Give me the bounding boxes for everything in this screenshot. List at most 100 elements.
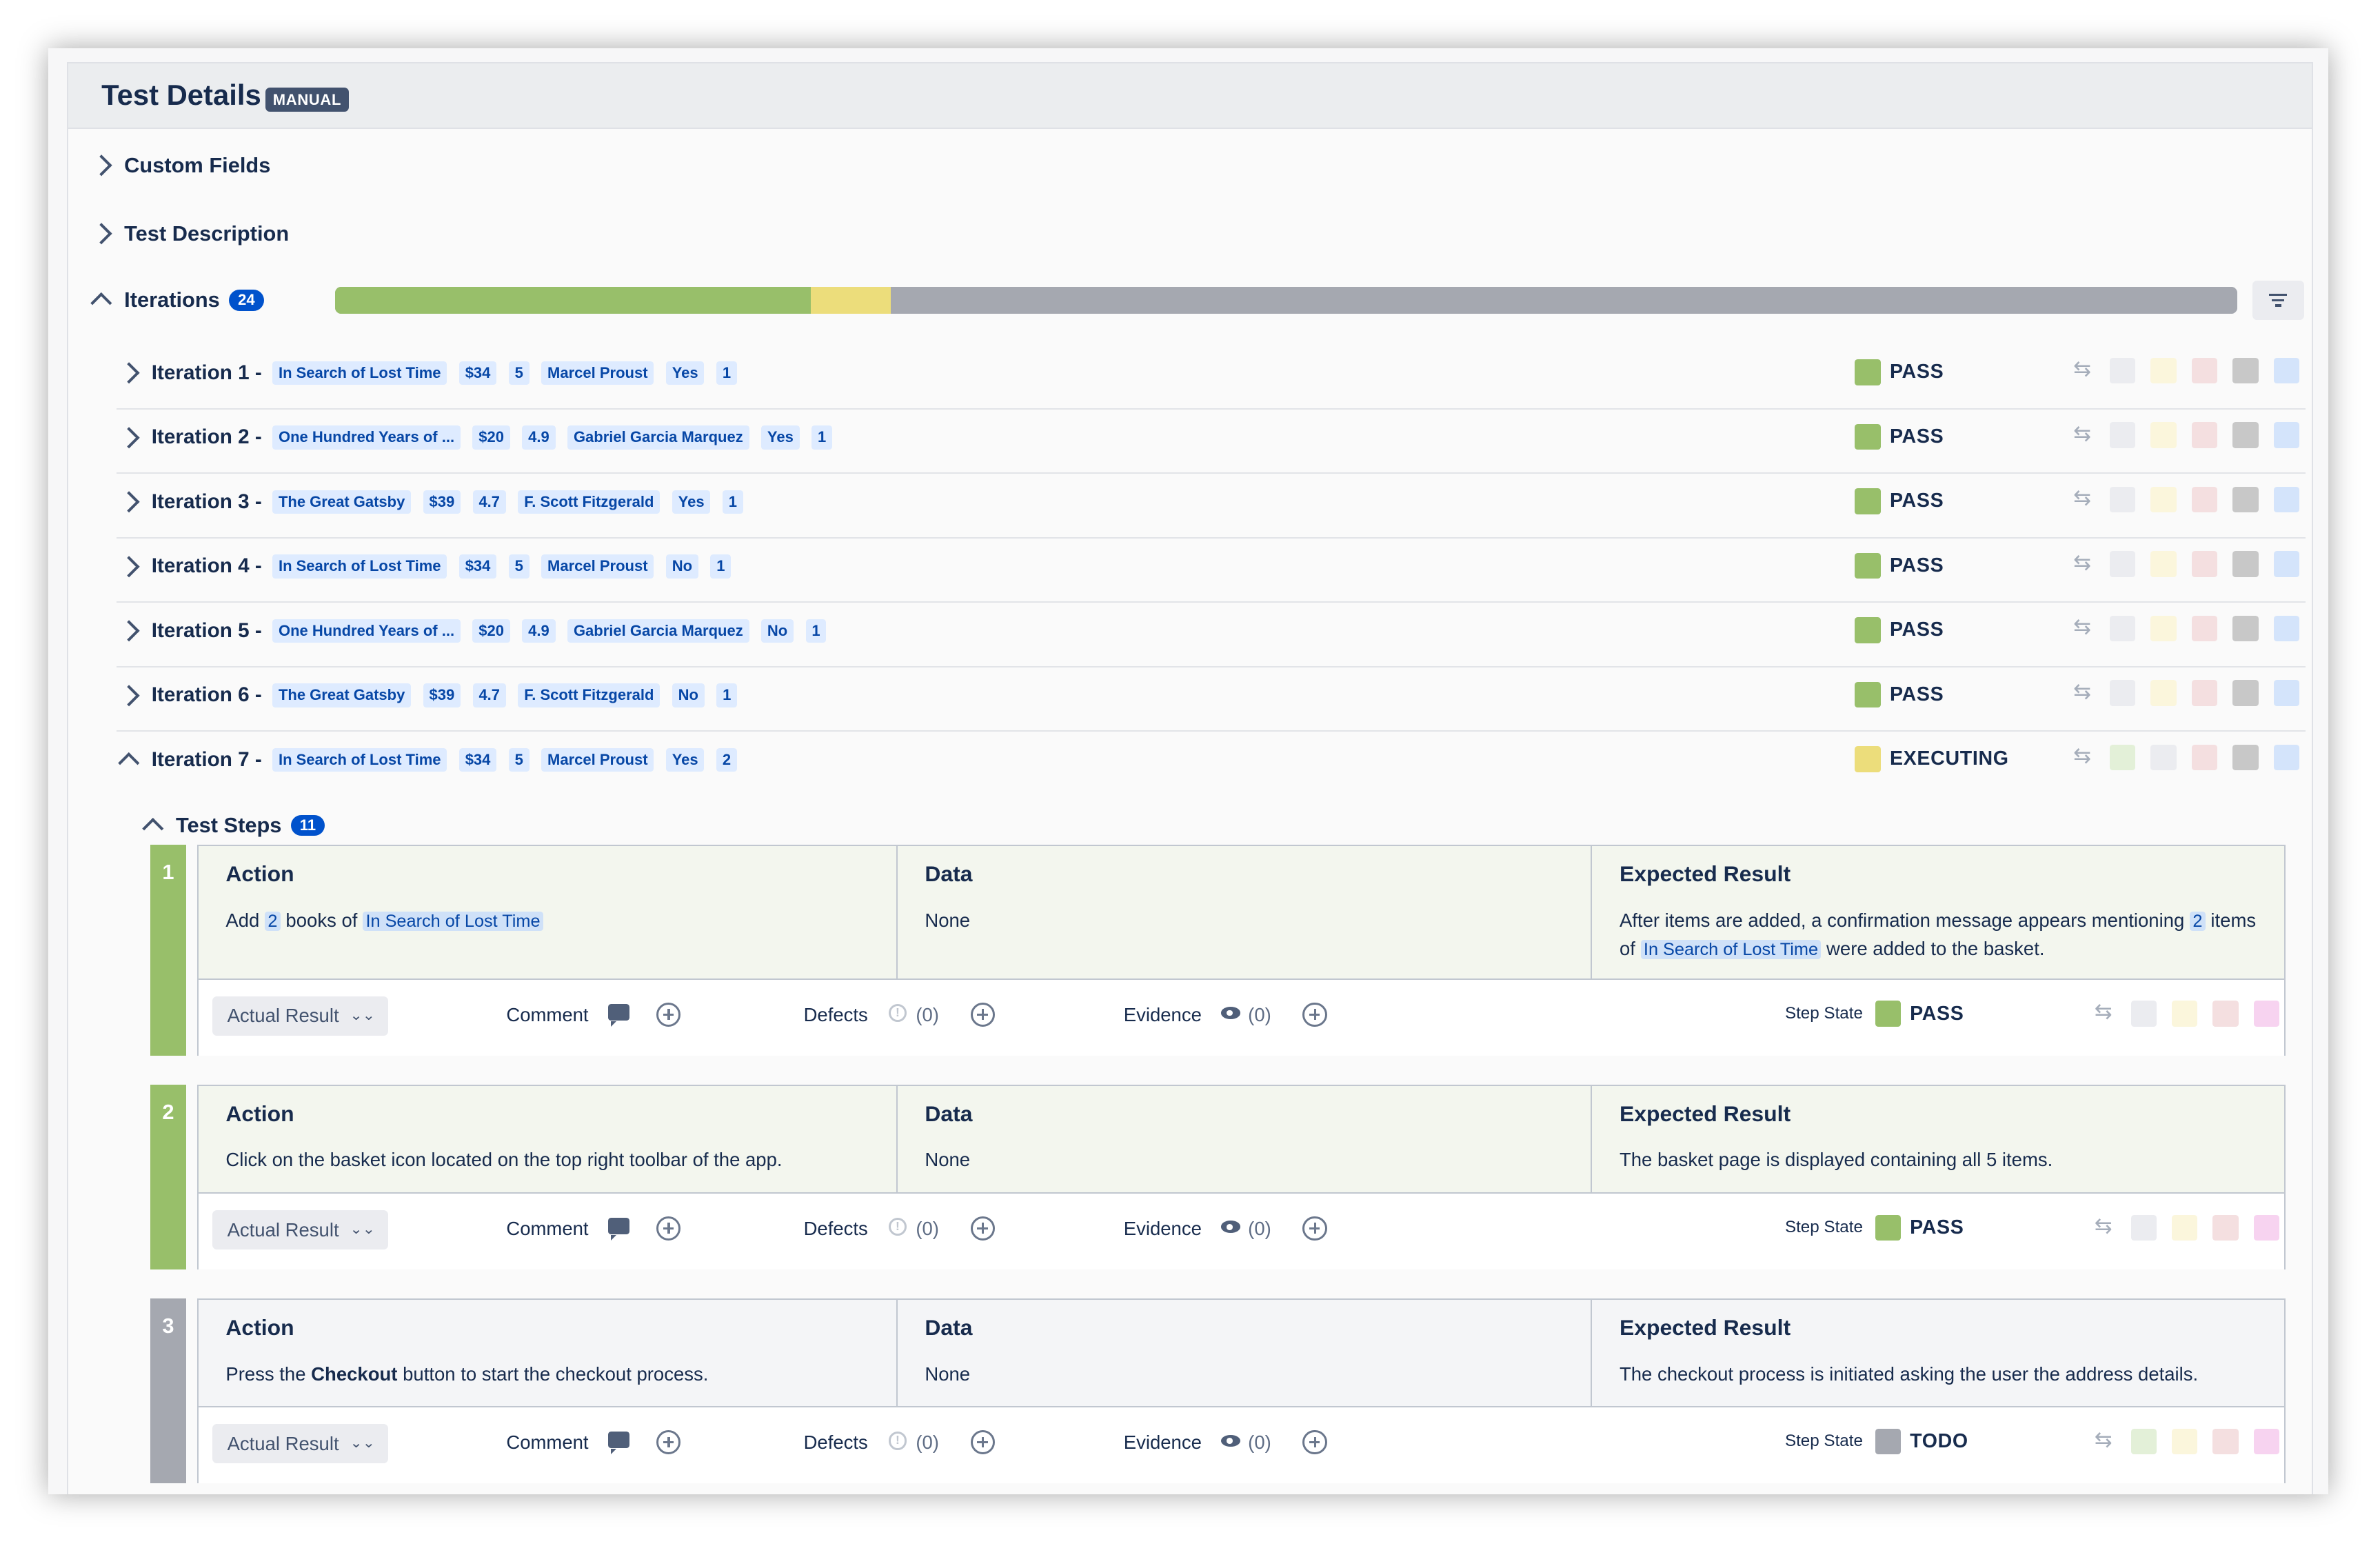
pass-state-button[interactable] [2109, 744, 2136, 771]
test-steps-header[interactable]: Test Steps 11 [141, 813, 325, 839]
custom-state-button[interactable] [2273, 486, 2299, 513]
pass-state-button[interactable] [2109, 615, 2136, 642]
add-comment-icon[interactable] [656, 1429, 681, 1455]
fail-state-button[interactable] [2191, 615, 2218, 642]
eye-icon[interactable] [1220, 1221, 1241, 1233]
comment-icon[interactable] [607, 1432, 629, 1455]
executing-state-button[interactable] [2150, 551, 2177, 577]
executing-state-button[interactable] [2171, 1001, 2198, 1027]
section-test-description[interactable]: Test Description [90, 217, 289, 250]
iteration-row[interactable]: Iteration 3 - The Great Gatsby $39 4.7 F. Sc… [117, 473, 2306, 539]
chevron-right-icon[interactable] [117, 361, 141, 385]
iteration-row[interactable]: Iteration 4 - In Search of Lost Time $34 5 M… [117, 538, 2306, 603]
swap-icon[interactable]: ⇆ [2073, 423, 2101, 448]
executing-state-button[interactable] [2150, 615, 2177, 642]
swap-icon[interactable]: ⇆ [2073, 616, 2101, 641]
swap-icon[interactable]: ⇆ [2095, 1215, 2122, 1240]
add-defect-icon[interactable] [970, 1429, 995, 1455]
custom-state-button[interactable] [2253, 1001, 2280, 1027]
chevron-right-icon[interactable] [117, 490, 141, 514]
todo-state-button[interactable] [2232, 486, 2259, 513]
add-evidence-icon[interactable] [1302, 1216, 1327, 1241]
add-defect-icon[interactable] [970, 1216, 995, 1241]
filter-button[interactable] [2252, 280, 2304, 320]
todo-state-button[interactable] [2232, 422, 2259, 448]
chevron-right-icon[interactable] [117, 425, 141, 450]
custom-state-button[interactable] [2273, 615, 2299, 642]
fail-state-button[interactable] [2191, 744, 2218, 771]
fail-state-button[interactable] [2212, 1428, 2239, 1455]
actual-result-label: Actual Result [227, 1218, 339, 1241]
custom-state-button[interactable] [2273, 744, 2299, 771]
fail-state-button[interactable] [2191, 422, 2218, 448]
pass-state-button[interactable] [2109, 486, 2136, 513]
pass-state-button[interactable] [2109, 680, 2136, 706]
iteration-row[interactable]: Iteration 2 - One Hundred Years of ... $20… [117, 409, 2306, 474]
comment-icon[interactable] [607, 1217, 629, 1241]
todo-state-button[interactable] [2232, 744, 2259, 771]
fail-state-button[interactable] [2212, 1214, 2239, 1241]
custom-state-button[interactable] [2273, 680, 2299, 706]
add-evidence-icon[interactable] [1302, 1002, 1327, 1027]
section-custom-fields[interactable]: Custom Fields [90, 148, 270, 181]
chevron-up-icon[interactable] [117, 747, 141, 774]
custom-state-button[interactable] [2273, 357, 2299, 384]
add-comment-icon[interactable] [656, 1216, 681, 1241]
executing-state-button[interactable] [2150, 744, 2177, 771]
pass-state-button[interactable] [2109, 357, 2136, 384]
iteration-row[interactable]: Iteration 6 - The Great Gatsby $39 4.7 F. Sc… [117, 667, 2306, 732]
todo-state-button[interactable] [2232, 357, 2259, 384]
highlighted-param: 2 [2189, 911, 2206, 931]
section-iterations[interactable]: Iterations 24 [90, 283, 264, 317]
executing-state-button[interactable] [2150, 357, 2177, 384]
todo-state-button[interactable] [2232, 551, 2259, 577]
todo-state-button[interactable] [2232, 680, 2259, 706]
custom-state-button[interactable] [2273, 551, 2299, 577]
fail-state-button[interactable] [2191, 357, 2218, 384]
swap-icon[interactable]: ⇆ [2095, 1001, 2122, 1025]
defects-count: (0) [916, 1003, 939, 1025]
chevron-right-icon[interactable] [117, 683, 141, 707]
comment-icon[interactable] [607, 1003, 629, 1027]
eye-icon[interactable] [1220, 1434, 1241, 1447]
swap-icon[interactable]: ⇆ [2073, 745, 2101, 770]
swap-icon[interactable]: ⇆ [2073, 681, 2101, 705]
iteration-row[interactable]: Iteration 5 - One Hundred Years of ... $20… [117, 602, 2306, 667]
pass-state-button[interactable] [2130, 1214, 2157, 1241]
add-defect-icon[interactable] [970, 1002, 995, 1027]
fail-state-button[interactable] [2191, 680, 2218, 706]
chevron-right-icon[interactable] [117, 619, 141, 643]
executing-state-button[interactable] [2171, 1214, 2198, 1241]
executing-state-button[interactable] [2150, 486, 2177, 513]
fail-state-button[interactable] [2212, 1001, 2239, 1027]
pass-state-button[interactable] [2130, 1428, 2157, 1455]
pass-state-button[interactable] [2109, 551, 2136, 577]
executing-state-button[interactable] [2150, 680, 2177, 706]
swap-icon[interactable]: ⇆ [2095, 1429, 2122, 1454]
fail-state-button[interactable] [2191, 486, 2218, 513]
pass-state-button[interactable] [2109, 422, 2136, 448]
swap-icon[interactable]: ⇆ [2073, 552, 2101, 576]
iteration-row[interactable]: Iteration 7 - In Search of Lost Time $34 5 M… [117, 731, 2306, 794]
iteration-status: PASS [1855, 681, 1944, 708]
executing-state-button[interactable] [2150, 422, 2177, 448]
actual-result-button[interactable]: Actual Result ⌄⌄ [212, 1209, 388, 1250]
swap-icon[interactable]: ⇆ [2073, 358, 2101, 383]
swap-icon[interactable]: ⇆ [2073, 487, 2101, 512]
actual-result-button[interactable]: Actual Result ⌄⌄ [212, 1424, 388, 1464]
add-comment-icon[interactable] [656, 1002, 681, 1027]
todo-state-button[interactable] [2232, 615, 2259, 642]
pass-state-button[interactable] [2130, 1001, 2157, 1027]
custom-state-button[interactable] [2253, 1214, 2280, 1241]
executing-state-button[interactable] [2171, 1428, 2198, 1455]
actual-result-button[interactable]: Actual Result ⌄⌄ [212, 996, 388, 1036]
iteration-param-tag: The Great Gatsby [272, 490, 412, 514]
custom-state-button[interactable] [2273, 422, 2299, 448]
iteration-row[interactable]: Iteration 1 - In Search of Lost Time $34 5 M… [117, 344, 2306, 410]
custom-state-button[interactable] [2253, 1428, 2280, 1455]
fail-state-button[interactable] [2191, 551, 2218, 577]
add-evidence-icon[interactable] [1302, 1429, 1327, 1455]
chevron-right-icon[interactable] [117, 554, 141, 579]
iteration-param-tag: Yes [665, 747, 705, 772]
eye-icon[interactable] [1220, 1007, 1241, 1019]
